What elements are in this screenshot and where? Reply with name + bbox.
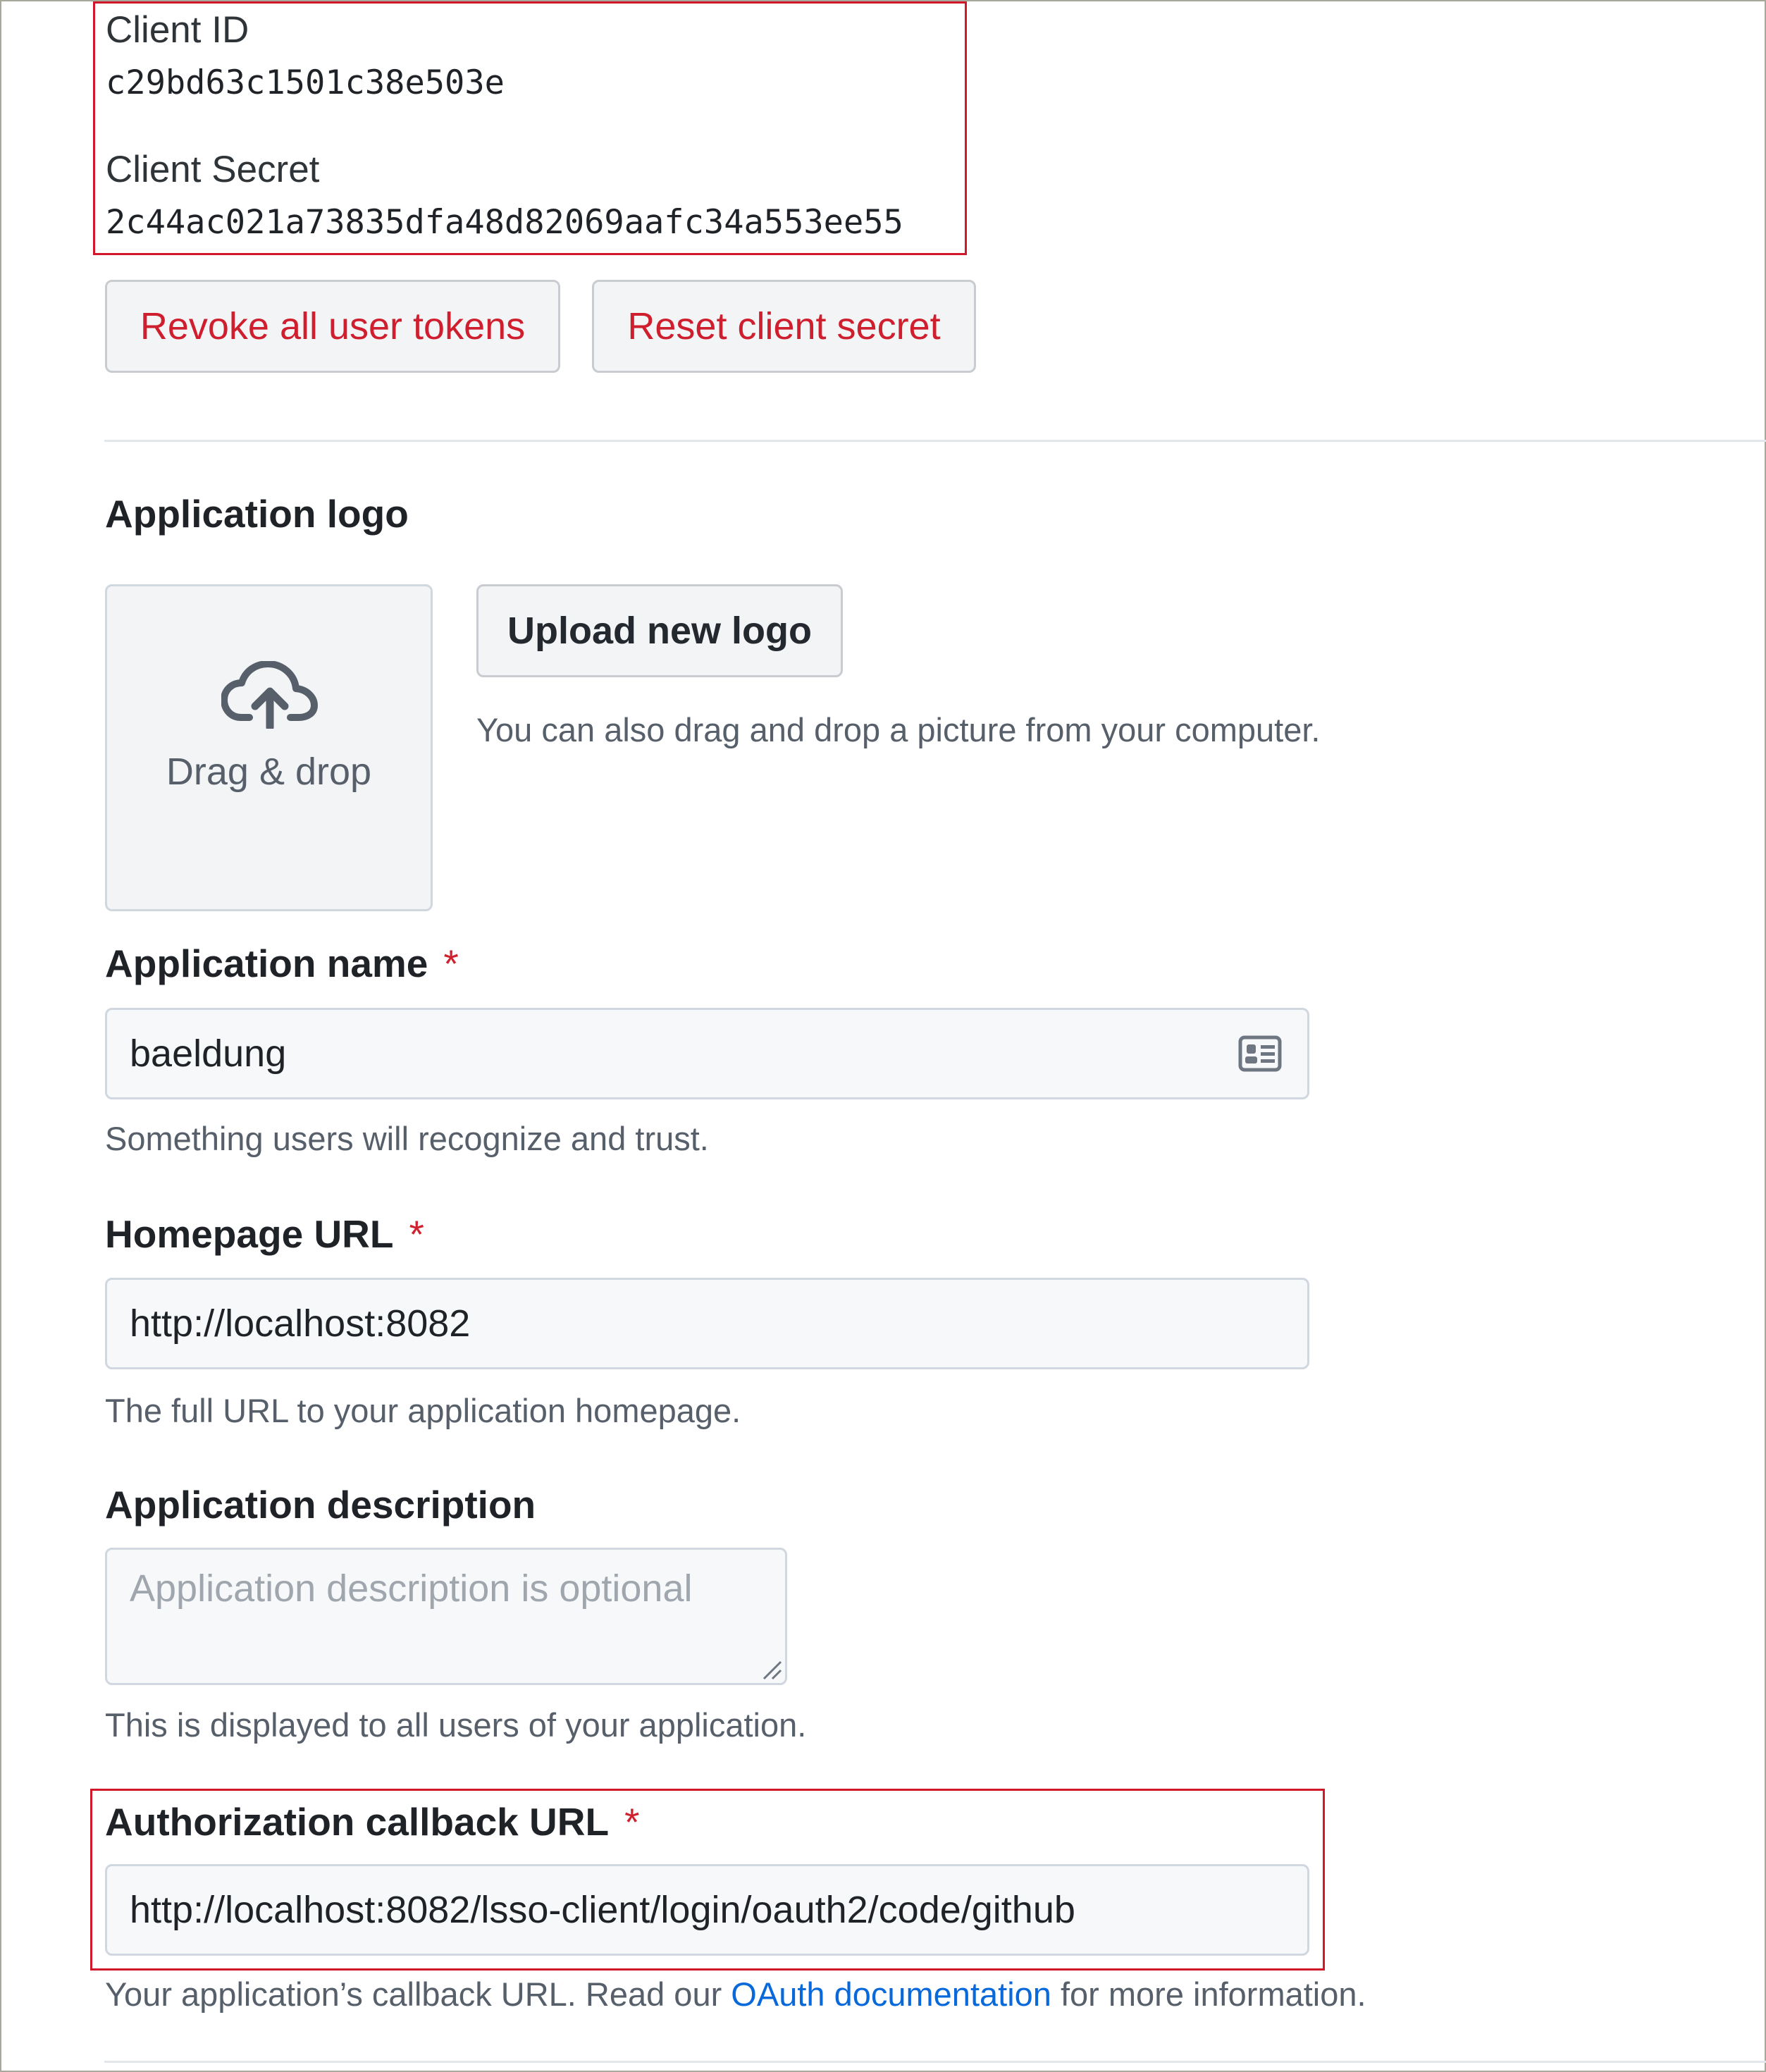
homepage-url-input[interactable]: http://localhost:8082 bbox=[105, 1278, 1309, 1369]
required-marker: * bbox=[443, 942, 459, 985]
callback-help-prefix: Your application’s callback URL. Read ou… bbox=[105, 1975, 731, 2013]
homepage-label-text: Homepage URL bbox=[105, 1212, 394, 1256]
callback-help-suffix: for more information. bbox=[1051, 1975, 1366, 2013]
description-help: This is displayed to all users of your a… bbox=[105, 1706, 807, 1744]
logo-heading: Application logo bbox=[105, 492, 409, 536]
callback-help: Your application’s callback URL. Read ou… bbox=[105, 1975, 1366, 2014]
logo-dropzone[interactable]: Drag & drop bbox=[105, 584, 433, 911]
required-marker: * bbox=[409, 1212, 424, 1256]
contact-card-icon[interactable] bbox=[1238, 1035, 1282, 1072]
oauth-documentation-link[interactable]: OAuth documentation bbox=[731, 1975, 1051, 2013]
homepage-url-value: http://localhost:8082 bbox=[130, 1302, 471, 1345]
reset-secret-button[interactable]: Reset client secret bbox=[592, 280, 976, 373]
callback-label: Authorization callback URL * bbox=[105, 1799, 640, 1844]
callback-url-value: http://localhost:8082/lsso-client/login/… bbox=[130, 1889, 1075, 1931]
app-name-help: Something users will recognize and trust… bbox=[105, 1120, 709, 1157]
client-secret-value: 2c44ac021a73835dfa48d82069aafc34a553ee55 bbox=[106, 203, 903, 242]
cloud-upload-icon bbox=[221, 661, 318, 729]
callback-url-input[interactable]: http://localhost:8082/lsso-client/login/… bbox=[105, 1864, 1309, 1956]
description-placeholder: Application description is optional bbox=[130, 1567, 693, 1610]
client-id-label: Client ID bbox=[106, 9, 249, 51]
description-textarea[interactable]: Application description is optional bbox=[105, 1548, 787, 1685]
upload-logo-button[interactable]: Upload new logo bbox=[476, 584, 843, 677]
resize-handle-icon[interactable] bbox=[758, 1656, 782, 1680]
revoke-tokens-button[interactable]: Revoke all user tokens bbox=[105, 280, 560, 373]
app-name-label-text: Application name bbox=[105, 942, 428, 985]
callback-label-text: Authorization callback URL bbox=[105, 1800, 610, 1844]
client-id-value: c29bd63c1501c38e503e bbox=[106, 63, 505, 102]
required-marker: * bbox=[624, 1800, 640, 1844]
section-divider bbox=[104, 440, 1766, 442]
description-label: Application description bbox=[105, 1483, 536, 1527]
homepage-help: The full URL to your application homepag… bbox=[105, 1392, 741, 1429]
logo-help-text: You can also drag and drop a picture fro… bbox=[476, 711, 1321, 748]
dropzone-label: Drag & drop bbox=[166, 751, 372, 793]
client-secret-label: Client Secret bbox=[106, 149, 320, 190]
app-name-input[interactable]: baeldung bbox=[105, 1008, 1309, 1099]
homepage-label: Homepage URL * bbox=[105, 1211, 424, 1257]
app-name-label: Application name * bbox=[105, 941, 459, 986]
bottom-divider bbox=[104, 2061, 1766, 2063]
app-name-value: baeldung bbox=[130, 1032, 287, 1075]
